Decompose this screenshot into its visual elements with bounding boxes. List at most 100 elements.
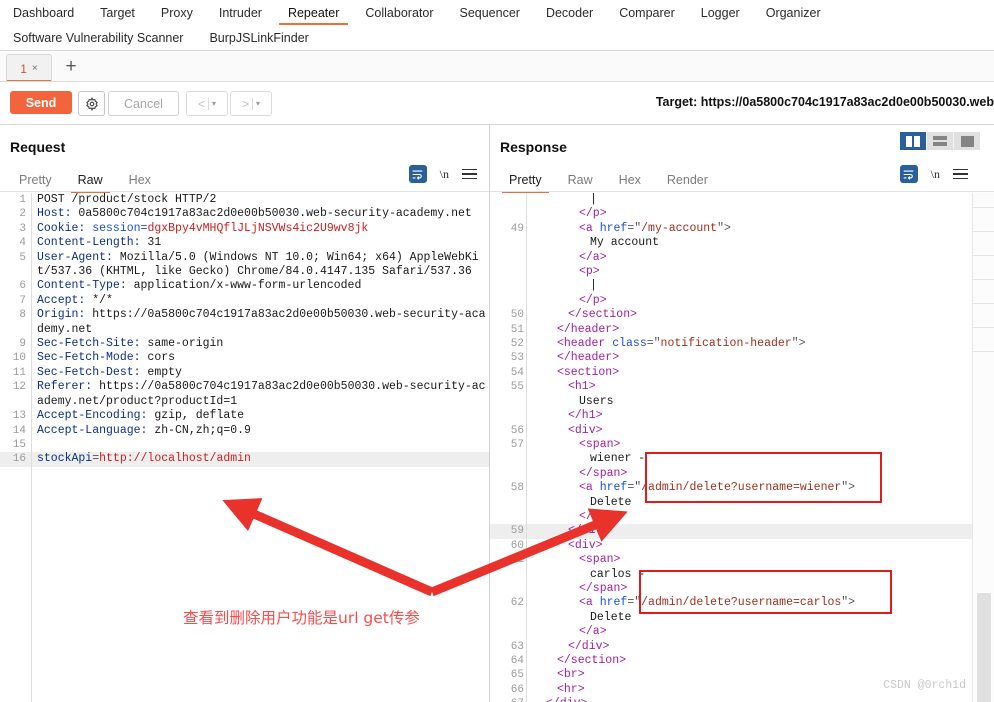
code-line: 2 Host: 0a5800c704c1917a83ac2d0e00b50030.…: [0, 207, 489, 221]
target-label: Target: https://0a5800c704c1917a83ac2d0e…: [655, 95, 994, 109]
word-wrap-icon[interactable]: [408, 165, 427, 183]
request-tabs-divider: [0, 191, 489, 192]
next-request-button[interactable]: > ▾: [230, 91, 272, 116]
code-line: 16 stockApi=http://localhost/admin: [0, 452, 489, 467]
request-tools: \n: [408, 165, 477, 183]
code-line: 59 </div>: [490, 524, 972, 539]
code-line: 3 Cookie: session=dgxBpy4vMHQflJLjNSVWs4i…: [0, 222, 489, 236]
stacked-view-icon: [933, 136, 947, 146]
line-number: 13: [12, 410, 26, 423]
nav-tab-collaborator[interactable]: Collaborator: [352, 0, 446, 25]
line-content: <div>: [568, 423, 603, 437]
code-line: 15: [0, 438, 489, 452]
code-line: 10 Sec-Fetch-Mode: cors: [0, 351, 489, 365]
menu-icon[interactable]: [953, 168, 968, 180]
code-line: 63 </div>: [490, 640, 972, 654]
line-content: Host: 0a5800c704c1917a83ac2d0e00b50030.w…: [37, 207, 472, 221]
line-content: <div>: [568, 538, 603, 552]
line-number: 2: [19, 208, 26, 221]
line-number: 9: [19, 338, 26, 351]
response-panel: Response Pretty Raw Hex Render \n | </p>…: [490, 125, 994, 702]
divider: [208, 97, 209, 110]
code-line: </a>: [490, 251, 972, 265]
nav-tab-intruder[interactable]: Intruder: [206, 0, 275, 25]
nav-tab-proxy[interactable]: Proxy: [148, 0, 206, 25]
line-content: Cookie: session=dgxBpy4vMHQflJLjNSVWs4ic…: [37, 221, 369, 235]
line-content: </section>: [568, 308, 638, 322]
back-chevron-icon: <: [197, 96, 205, 111]
line-content: </a>: [579, 250, 607, 264]
nav-tab-dashboard[interactable]: Dashboard: [0, 0, 87, 25]
line-number: 62: [510, 597, 524, 610]
line-content: Content-Length: 31: [37, 236, 162, 250]
response-tab-hex[interactable]: Hex: [606, 169, 654, 191]
single-view-icon: [960, 135, 974, 147]
response-scrollbar-thumb[interactable]: [977, 593, 991, 702]
response-editor[interactable]: | </p> 49 <a href="/my-account"> My account <…: [490, 193, 972, 702]
line-content: User-Agent: Mozilla/5.0 (Windows NT 10.0…: [37, 250, 479, 279]
code-line: |: [490, 193, 972, 207]
code-line: 1 POST /product/stock HTTP/2: [0, 193, 489, 207]
layout-single-button[interactable]: [954, 132, 980, 150]
line-number: 7: [19, 294, 26, 307]
repeater-tab-1[interactable]: 1 ×: [6, 54, 52, 82]
request-tab-raw[interactable]: Raw: [65, 169, 116, 193]
nav-tab-logger[interactable]: Logger: [688, 0, 753, 25]
nav-tab-comparer[interactable]: Comparer: [606, 0, 688, 25]
nav-tab-decoder[interactable]: Decoder: [533, 0, 606, 25]
line-content: <h1>: [568, 380, 596, 394]
response-view-tabs[interactable]: Pretty Raw Hex Render: [496, 167, 721, 193]
code-line: 7 Accept: */*: [0, 294, 489, 308]
add-tab-icon[interactable]: +: [60, 56, 82, 78]
chevron-down-icon[interactable]: ▾: [256, 99, 260, 108]
code-line: 5 User-Agent: Mozilla/5.0 (Windows NT 10.…: [0, 251, 489, 280]
code-line: 6 Content-Type: application/x-www-form-ur…: [0, 279, 489, 293]
nav-tab-sequencer[interactable]: Sequencer: [446, 0, 532, 25]
gear-icon[interactable]: [78, 91, 105, 116]
line-number: 4: [19, 237, 26, 250]
nav-tab-burpjslinkfinder[interactable]: BurpJSLinkFinder: [196, 25, 321, 50]
layout-toggle-group[interactable]: [900, 132, 980, 150]
send-button[interactable]: Send: [10, 91, 72, 114]
line-content: Accept: */*: [37, 293, 113, 307]
line-content: </section>: [557, 654, 627, 667]
code-line: 9 Sec-Fetch-Site: same-origin: [0, 337, 489, 351]
line-content: Accept-Language: zh-CN,zh;q=0.9: [37, 423, 251, 437]
line-content: </header>: [557, 322, 620, 336]
code-line: <p>: [490, 265, 972, 279]
menu-icon[interactable]: [462, 168, 477, 180]
line-content: </p>: [579, 207, 607, 221]
response-tab-pretty[interactable]: Pretty: [496, 169, 555, 193]
line-content: Content-Type: application/x-www-form-url…: [37, 279, 362, 293]
code-line: 52 <header class="notification-header">: [490, 337, 972, 351]
layout-side-by-side-button[interactable]: [900, 132, 927, 150]
close-icon[interactable]: ×: [32, 63, 38, 74]
line-content: </div>: [568, 639, 610, 653]
nav-tab-target[interactable]: Target: [87, 0, 148, 25]
line-number: 16: [12, 453, 26, 466]
line-content: Sec-Fetch-Dest: empty: [37, 365, 182, 379]
request-tab-hex[interactable]: Hex: [116, 169, 164, 191]
split-view-icon: [906, 135, 920, 147]
request-view-tabs[interactable]: Pretty Raw Hex: [6, 167, 164, 193]
line-content: <a href="/my-account">: [579, 221, 731, 235]
layout-stacked-button[interactable]: [927, 132, 954, 150]
main-navigation[interactable]: Dashboard Target Proxy Intruder Repeater Coll…: [0, 0, 994, 51]
newline-icon[interactable]: \n: [931, 167, 940, 182]
nav-tab-organizer[interactable]: Organizer: [753, 0, 834, 25]
line-content: |: [590, 279, 597, 293]
request-tab-pretty[interactable]: Pretty: [6, 169, 65, 191]
previous-request-button[interactable]: < ▾: [186, 91, 228, 116]
response-tab-raw[interactable]: Raw: [555, 169, 606, 191]
line-number: 15: [12, 438, 26, 451]
code-line: 55 <h1>: [490, 380, 972, 394]
response-tab-render[interactable]: Render: [654, 169, 721, 191]
newline-icon[interactable]: \n: [440, 167, 449, 182]
nav-tab-repeater[interactable]: Repeater: [275, 0, 352, 25]
nav-tab-software-vulnerability-scanner[interactable]: Software Vulnerability Scanner: [0, 25, 196, 50]
cancel-button[interactable]: Cancel: [108, 91, 179, 116]
word-wrap-icon[interactable]: [899, 165, 918, 183]
line-number: 64: [510, 655, 524, 667]
chevron-down-icon[interactable]: ▾: [212, 99, 216, 108]
line-content: </a>: [579, 625, 607, 639]
